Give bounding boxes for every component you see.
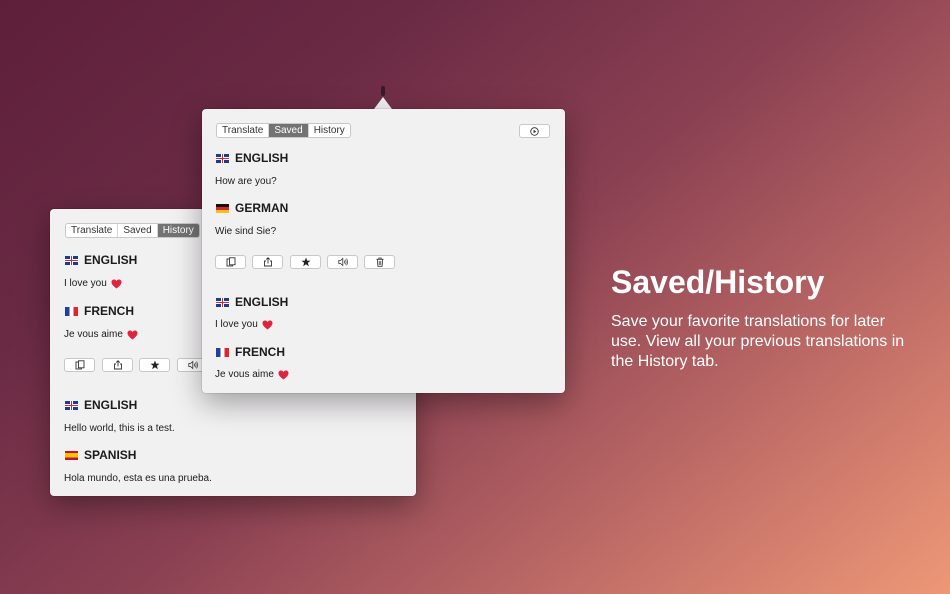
delete-button[interactable] [364,255,395,269]
france-flag-icon [216,347,229,357]
star-icon [150,360,159,370]
tab-translate[interactable]: Translate [217,124,270,137]
favorite-button[interactable] [290,255,321,269]
speaker-icon [187,360,198,370]
tab-saved[interactable]: Saved [269,124,309,137]
target-language-label: FRENCH [65,304,134,318]
tab-saved[interactable]: Saved [118,224,158,237]
target-language-label: GERMAN [216,201,288,215]
source-language-label: ENGLISH [65,398,137,412]
source-text: I love you [64,278,122,289]
france-flag-icon [65,306,78,316]
source-language-label: ENGLISH [65,253,137,267]
favorite-button[interactable] [139,358,170,372]
tab-history[interactable]: History [157,224,199,237]
target-text: Je vous aime [64,329,138,340]
menubar-icon[interactable] [381,86,385,96]
target-language-label: FRENCH [216,345,285,359]
popover-arrow [374,97,392,109]
star-icon [301,257,310,267]
source-text: I love you [215,319,273,330]
copy-button[interactable] [64,358,95,372]
trash-icon [376,257,383,267]
uk-flag-icon [216,153,229,163]
speaker-icon [337,257,348,267]
saved-panel: Translate Saved History ENGLISH How are … [202,109,565,393]
target-language-label: SPANISH [65,448,136,462]
tab-switcher: Translate Saved History [216,123,351,138]
target-text: Wie sind Sie? [215,226,277,237]
share-icon [263,257,272,267]
speak-button[interactable] [327,255,358,269]
tab-switcher: Translate Saved History [65,223,200,238]
share-icon [113,360,122,370]
target-text: Hola mundo, esta es una prueba. [64,473,212,484]
heart-icon [262,319,273,330]
heart-icon [111,278,122,289]
copy-button[interactable] [215,255,246,269]
spain-flag-icon [65,450,78,460]
tab-history[interactable]: History [309,124,350,137]
uk-flag-icon [216,297,229,307]
tab-translate[interactable]: Translate [66,224,119,237]
source-language-label: ENGLISH [216,151,288,165]
source-text: Hello world, this is a test. [64,423,175,434]
feature-description: Save your favorite translations for late… [611,313,905,370]
feature-headline: Saved/History [611,264,825,300]
germany-flag-icon [216,203,229,213]
target-text: Je vous aime [215,369,289,380]
heart-icon [278,369,289,380]
uk-flag-icon [65,400,78,410]
heart-icon [127,329,138,340]
copy-icon [226,257,235,267]
source-language-label: ENGLISH [216,295,288,309]
share-button[interactable] [252,255,283,269]
copy-icon [75,360,84,370]
source-text: How are you? [215,176,277,187]
uk-flag-icon [65,255,78,265]
share-button[interactable] [102,358,133,372]
settings-button[interactable] [519,124,550,138]
play-circle-icon [530,126,539,136]
